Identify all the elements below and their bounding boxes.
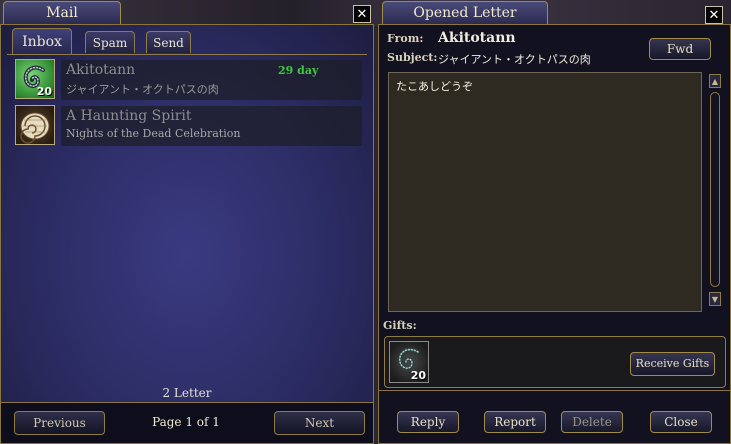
mail-days-left: 29 day: [278, 64, 319, 77]
delete-label: Delete: [572, 415, 612, 429]
mail-close-button[interactable]: ✕: [353, 5, 371, 23]
reply-label: Reply: [410, 415, 446, 429]
subject-value: ジャイアント・オクトパスの肉: [438, 53, 591, 66]
mail-info: Akitotann 29 day ジャイアント・オクトパスの肉: [61, 60, 362, 100]
item-count: 20: [36, 85, 52, 98]
mail-window-title: Mail: [3, 1, 121, 24]
report-button[interactable]: Report: [484, 411, 546, 433]
gift-count: 20: [410, 369, 426, 382]
from-value: Akitotann: [438, 30, 516, 46]
page-indicator: Page 1 of 1: [152, 415, 220, 429]
fwd-label: Fwd: [666, 42, 694, 56]
mail-subject: Nights of the Dead Celebration: [66, 127, 241, 140]
tab-inbox-label: Inbox: [22, 34, 62, 50]
close-icon: ✕: [708, 8, 720, 23]
tentacle-item-icon: 20: [15, 59, 55, 99]
scroll-down-icon[interactable]: ▼: [709, 292, 721, 306]
scroll-up-icon[interactable]: ▲: [709, 74, 721, 88]
receive-gifts-button[interactable]: Receive Gifts: [630, 352, 715, 376]
mail-sender: Akitotann: [66, 62, 136, 78]
close-button[interactable]: Close: [650, 411, 712, 433]
tab-spam-label: Spam: [92, 36, 128, 50]
close-icon: ✕: [356, 7, 368, 22]
mail-sender: A Haunting Spirit: [66, 108, 192, 124]
mail-panel: Inbox Spam Send 20 Akitotann 29 day ジャイア…: [0, 24, 374, 444]
close-label: Close: [664, 415, 698, 429]
letter-count: 2 Letter: [162, 386, 212, 400]
gifts-box: 20 Receive Gifts: [384, 336, 726, 388]
tab-send[interactable]: Send: [146, 31, 191, 53]
previous-button[interactable]: Previous: [14, 411, 105, 435]
letter-scrollbar[interactable]: ▲ ▼: [709, 74, 722, 307]
nautilus-shell-icon: [15, 105, 55, 145]
letter-body[interactable]: たこあしどうぞ: [388, 72, 702, 312]
mail-title-text: Mail: [46, 5, 78, 21]
gift-item-slot[interactable]: 20: [389, 341, 429, 383]
mail-footer: Previous Page 1 of 1 Next: [1, 402, 373, 443]
letter-title-text: Opened Letter: [413, 5, 517, 21]
letter-body-text: たこあしどうぞ: [396, 80, 473, 93]
letter-panel: From: Akitotann Subject: ジャイアント・オクトパスの肉 …: [378, 24, 731, 444]
next-button[interactable]: Next: [274, 411, 365, 435]
tab-divider: [7, 54, 367, 55]
mail-list-item[interactable]: 20 Akitotann 29 day ジャイアント・オクトパスの肉: [15, 59, 363, 101]
nautilus-shell-icon-art: [20, 112, 50, 144]
letter-close-button[interactable]: ✕: [705, 6, 723, 24]
mail-subject: ジャイアント・オクトパスの肉: [66, 83, 219, 96]
receive-gifts-label: Receive Gifts: [635, 357, 710, 370]
reply-button[interactable]: Reply: [397, 411, 459, 433]
mail-list-item[interactable]: A Haunting Spirit Nights of the Dead Cel…: [15, 105, 363, 147]
previous-label: Previous: [33, 416, 86, 430]
gifts-label: Gifts:: [383, 319, 417, 332]
delete-button[interactable]: Delete: [561, 411, 623, 433]
from-label: From:: [387, 32, 424, 45]
scroll-track[interactable]: [710, 92, 720, 287]
tab-inbox[interactable]: Inbox: [12, 28, 72, 55]
subject-label: Subject:: [387, 51, 438, 64]
letter-window-title: Opened Letter: [382, 1, 548, 24]
mail-info: A Haunting Spirit Nights of the Dead Cel…: [61, 106, 362, 146]
fwd-button[interactable]: Fwd: [649, 38, 711, 60]
next-label: Next: [304, 416, 335, 430]
tab-send-label: Send: [153, 36, 184, 50]
tab-spam[interactable]: Spam: [85, 31, 135, 53]
report-label: Report: [494, 415, 536, 429]
